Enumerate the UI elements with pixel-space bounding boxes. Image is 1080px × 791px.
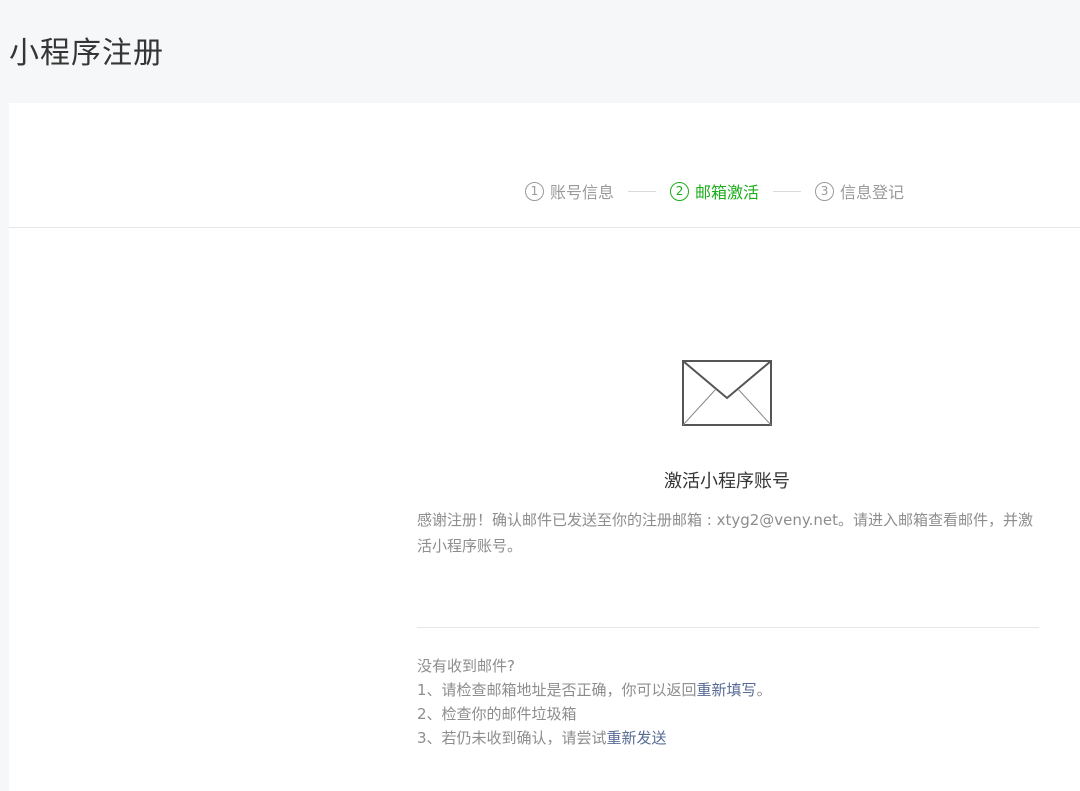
activation-title: 激活小程序账号 [664,471,790,492]
refill-link[interactable]: 重新填写 [697,681,757,699]
step-account-info: 1 账号信息 [525,179,614,203]
help-item-2: 2、检查你的邮件垃圾箱 [417,705,577,723]
step-connector [628,190,657,192]
help-title: 没有收到邮件? [417,657,515,675]
step-label-info-registration: 信息登记 [840,183,905,202]
help-item-3: 3、若仍未收到确认，请尝试重新发送 [417,726,1037,750]
step-email-activation: 2 邮箱激活 [670,179,759,203]
step-indicator: 1 账号信息 2 邮箱激活 3 信息登记 [9,103,1080,228]
step-number-3: 3 [815,181,835,201]
step-label-account-info: 账号信息 [550,183,615,202]
activation-description: 感谢注册！确认邮件已发送至你的注册邮箱 : xtyg2@veny.net。请进入… [417,507,1037,559]
envelope-icon [682,360,772,426]
resend-link[interactable]: 重新发送 [607,729,667,747]
help-item-1-text: 1、请检查邮箱地址是否正确，你可以返回 [417,681,697,699]
step-row: 1 账号信息 2 邮箱激活 3 信息登记 [525,179,904,203]
help-item-3-text: 3、若仍未收到确认，请尝试 [417,729,607,747]
page-title: 小程序注册 [9,36,164,71]
step-number-2: 2 [670,181,690,201]
help-section: 没有收到邮件? 1、请检查邮箱地址是否正确，你可以返回重新填写。 2、检查你的邮… [417,654,1037,750]
step-info-registration: 3 信息登记 [815,179,904,203]
registration-card: 1 账号信息 2 邮箱激活 3 信息登记 激活小程序账号 感谢注册！确认邮件已发… [9,103,1080,791]
step-connector [773,190,802,192]
help-item-1: 1、请检查邮箱地址是否正确，你可以返回重新填写。 [417,678,1037,702]
help-item-1-suffix: 。 [756,681,772,699]
desc-text-before: 感谢注册！确认邮件已发送至你的注册邮箱 : [417,511,717,529]
step-label-email-activation: 邮箱激活 [695,183,760,202]
section-divider [417,627,1039,628]
registered-email: xtyg2@veny.net [716,511,839,529]
step-number-1: 1 [525,181,544,201]
